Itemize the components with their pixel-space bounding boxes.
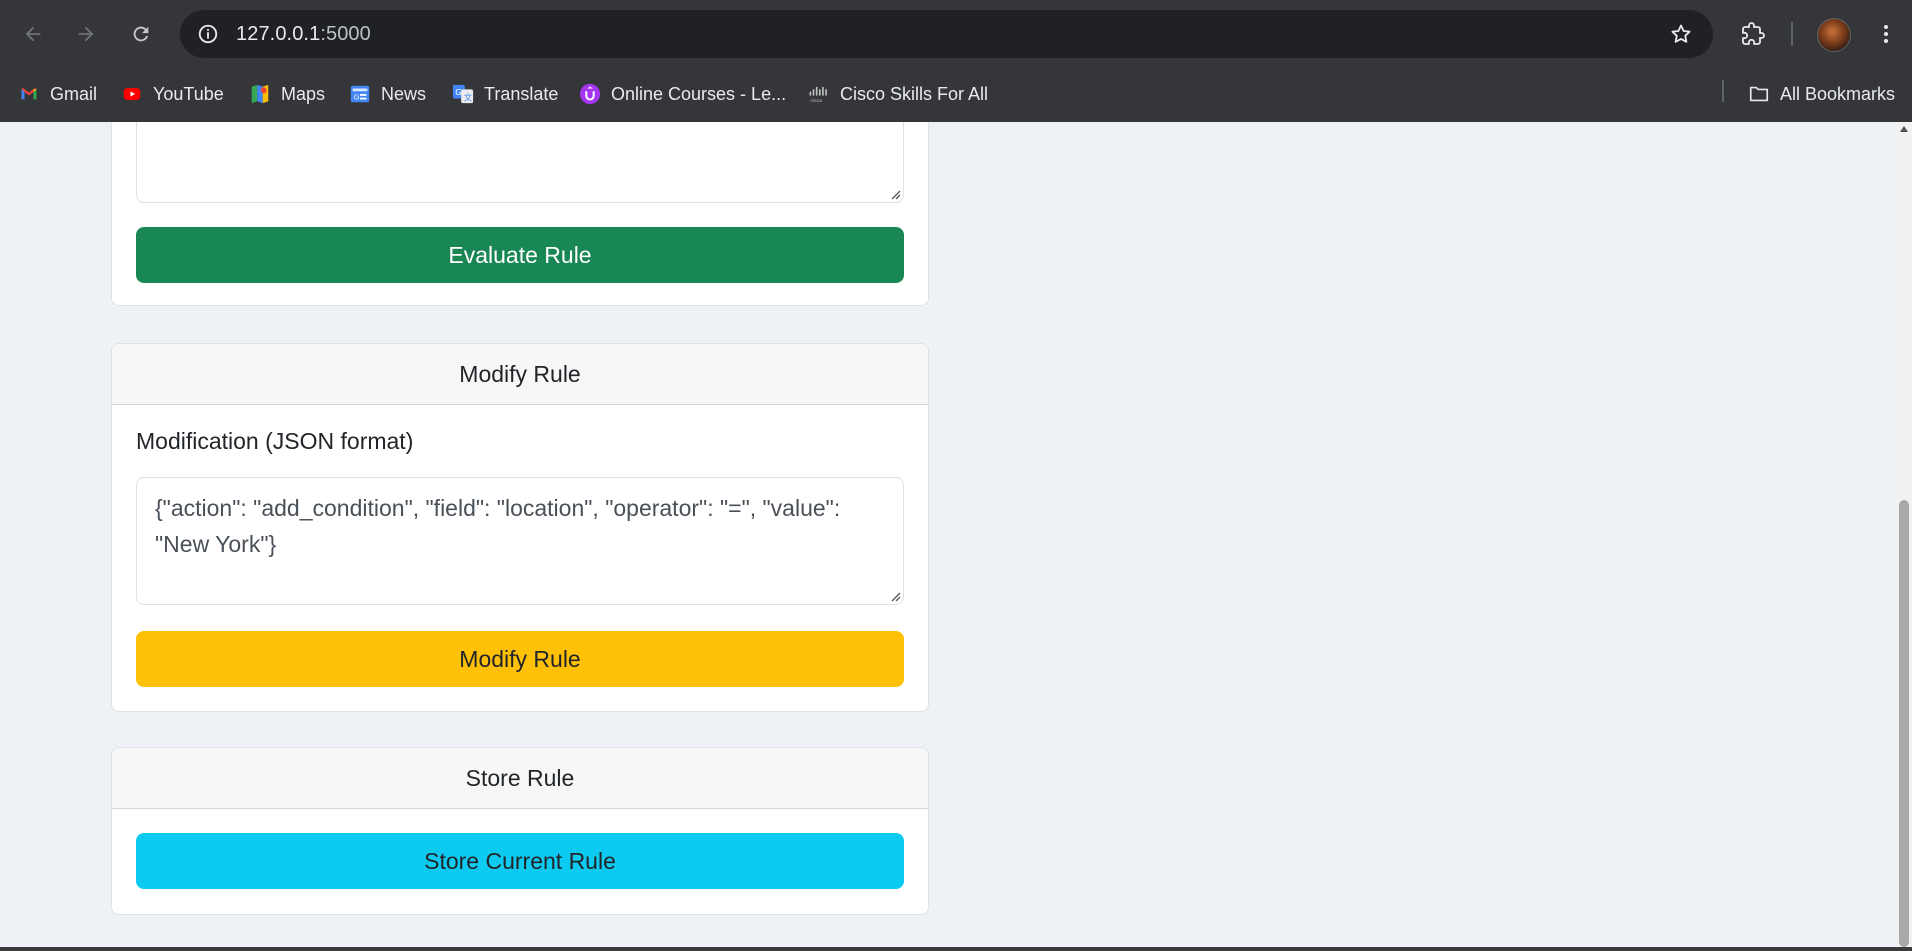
browser-chrome: 127.0.0.1:5000 Gmail YouTube Maps G News… [0, 0, 1912, 122]
kebab-menu-icon [1884, 25, 1888, 43]
info-icon [198, 24, 218, 44]
all-bookmarks-label: All Bookmarks [1780, 83, 1896, 104]
youtube-icon [121, 83, 143, 105]
back-button[interactable] [13, 14, 53, 54]
bookmark-label: Cisco Skills For All [840, 83, 989, 104]
extensions-button[interactable] [1735, 16, 1771, 52]
bookmark-translate[interactable]: G 文 Translate [452, 76, 558, 112]
svg-text:文: 文 [464, 92, 472, 102]
folder-icon [1748, 83, 1770, 105]
site-info-button[interactable] [192, 18, 224, 50]
modify-rule-card: Modify Rule Modification (JSON format) {… [111, 343, 929, 712]
evaluate-rule-button[interactable]: Evaluate Rule [136, 227, 904, 283]
bookmark-cisco[interactable]: cisco Cisco Skills For All [808, 76, 988, 112]
translate-icon: G 文 [452, 83, 474, 105]
store-rule-card: Store Rule Store Current Rule [111, 747, 929, 915]
evaluate-rule-card: Evaluate Rule [111, 122, 929, 306]
modify-rule-button[interactable]: Modify Rule [136, 631, 904, 687]
bookmark-maps[interactable]: Maps [249, 76, 325, 112]
store-rule-header: Store Rule [112, 748, 928, 809]
bookmarks-divider [1722, 80, 1724, 102]
page-scrollbar[interactable] [1896, 122, 1912, 947]
bookmark-label: News [381, 83, 427, 104]
cisco-icon: cisco [808, 83, 830, 105]
scroll-up-arrow-icon[interactable] [1900, 126, 1908, 132]
arrow-left-icon [25, 26, 41, 42]
svg-text:cisco: cisco [810, 98, 822, 104]
svg-text:G: G [354, 93, 360, 102]
evaluate-data-textarea[interactable] [136, 122, 904, 203]
url-port: :5000 [320, 23, 371, 45]
page-content: Evaluate Rule Modify Rule Modification (… [0, 122, 1896, 947]
all-bookmarks-button[interactable]: All Bookmarks [1748, 76, 1895, 112]
forward-button[interactable] [66, 14, 106, 54]
modify-rule-header: Modify Rule [112, 344, 928, 405]
puzzle-icon [1742, 22, 1765, 45]
bookmark-label: Maps [281, 83, 326, 104]
bookmark-youtube[interactable]: YouTube [121, 76, 224, 112]
udemy-icon [579, 83, 601, 105]
address-bar[interactable]: 127.0.0.1:5000 [180, 10, 1713, 58]
bookmarks-bar: Gmail YouTube Maps G News G 文 Translate … [0, 68, 1912, 122]
bookmark-news[interactable]: G News [349, 76, 426, 112]
window-bottom-edge [0, 947, 1912, 951]
bookmark-online-courses[interactable]: Online Courses - Le... [579, 76, 786, 112]
store-current-rule-button[interactable]: Store Current Rule [136, 833, 904, 889]
svg-text:G: G [455, 87, 461, 97]
reload-button[interactable] [121, 14, 161, 54]
modification-label: Modification (JSON format) [136, 428, 414, 454]
bookmark-gmail[interactable]: Gmail [18, 76, 97, 112]
url-host: 127.0.0.1 [236, 23, 321, 45]
bookmark-label: Gmail [50, 83, 98, 104]
bookmark-label: YouTube [153, 83, 224, 104]
gmail-icon [18, 83, 40, 105]
resize-handle-icon[interactable] [889, 590, 901, 602]
modification-value: {"action": "add_condition", "field": "lo… [155, 495, 841, 557]
news-icon: G [349, 83, 371, 105]
toolbar-divider [1791, 22, 1793, 46]
star-icon [1671, 24, 1691, 43]
bookmark-label: Online Courses - Le... [611, 83, 787, 104]
browser-toolbar: 127.0.0.1:5000 [0, 0, 1912, 68]
reload-icon [133, 26, 149, 42]
bookmark-label: Translate [484, 83, 559, 104]
maps-icon [249, 83, 271, 105]
scrollbar-thumb[interactable] [1899, 500, 1909, 947]
bookmark-star-button[interactable] [1667, 20, 1695, 48]
menu-button[interactable] [1868, 16, 1904, 52]
profile-avatar[interactable] [1817, 18, 1851, 52]
arrow-right-icon [78, 26, 94, 42]
resize-handle-icon[interactable] [889, 188, 901, 200]
modification-textarea[interactable]: {"action": "add_condition", "field": "lo… [136, 477, 904, 605]
url-text: 127.0.0.1:5000 [236, 23, 371, 46]
